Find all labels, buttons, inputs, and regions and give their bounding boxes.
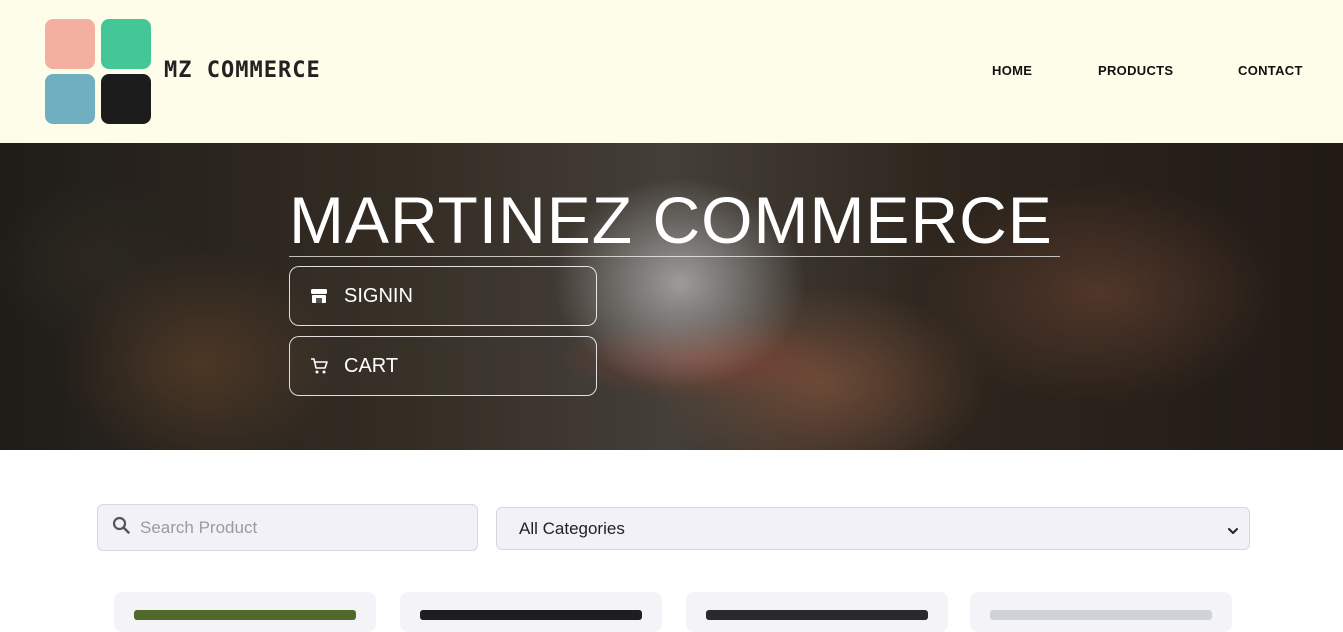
signin-button[interactable]: SIGNIN	[289, 266, 597, 326]
logo-square-blue	[45, 74, 95, 124]
product-image	[706, 610, 928, 620]
hero-banner: MARTINEZ COMMERCE SIGNIN CART	[0, 143, 1343, 450]
product-image	[990, 610, 1212, 620]
product-image	[134, 610, 356, 620]
product-card[interactable]	[686, 592, 948, 632]
product-image	[420, 610, 642, 620]
product-card[interactable]	[114, 592, 376, 632]
nav-home-link[interactable]: HOME	[992, 63, 1032, 78]
search-input[interactable]	[140, 517, 460, 538]
product-card[interactable]	[400, 592, 662, 632]
signin-label: SIGNIN	[344, 284, 413, 307]
site-header: MZ COMMERCE HOME PRODUCTS CONTACT	[0, 0, 1343, 143]
nav-contact-link[interactable]: CONTACT	[1238, 63, 1303, 78]
brand-name[interactable]: MZ COMMERCE	[164, 58, 321, 83]
nav-products-link[interactable]: PRODUCTS	[1098, 63, 1173, 78]
cart-icon	[310, 357, 328, 375]
category-select[interactable]: All Categories	[496, 507, 1250, 550]
store-icon	[310, 287, 328, 305]
logo-square-peach	[45, 19, 95, 69]
hero-title-underline	[289, 256, 1060, 257]
search-icon	[112, 516, 130, 539]
cart-button[interactable]: CART	[289, 336, 597, 396]
cart-label: CART	[344, 354, 399, 377]
chevron-down-icon	[1227, 522, 1239, 542]
search-box[interactable]	[97, 504, 478, 551]
product-card[interactable]	[970, 592, 1232, 632]
logo-square-black	[101, 74, 151, 124]
logo-square-green	[101, 19, 151, 69]
category-selected-value: All Categories	[519, 518, 625, 538]
hero-title: MARTINEZ COMMERCE	[289, 183, 1053, 257]
brand-logo[interactable]	[45, 19, 151, 124]
